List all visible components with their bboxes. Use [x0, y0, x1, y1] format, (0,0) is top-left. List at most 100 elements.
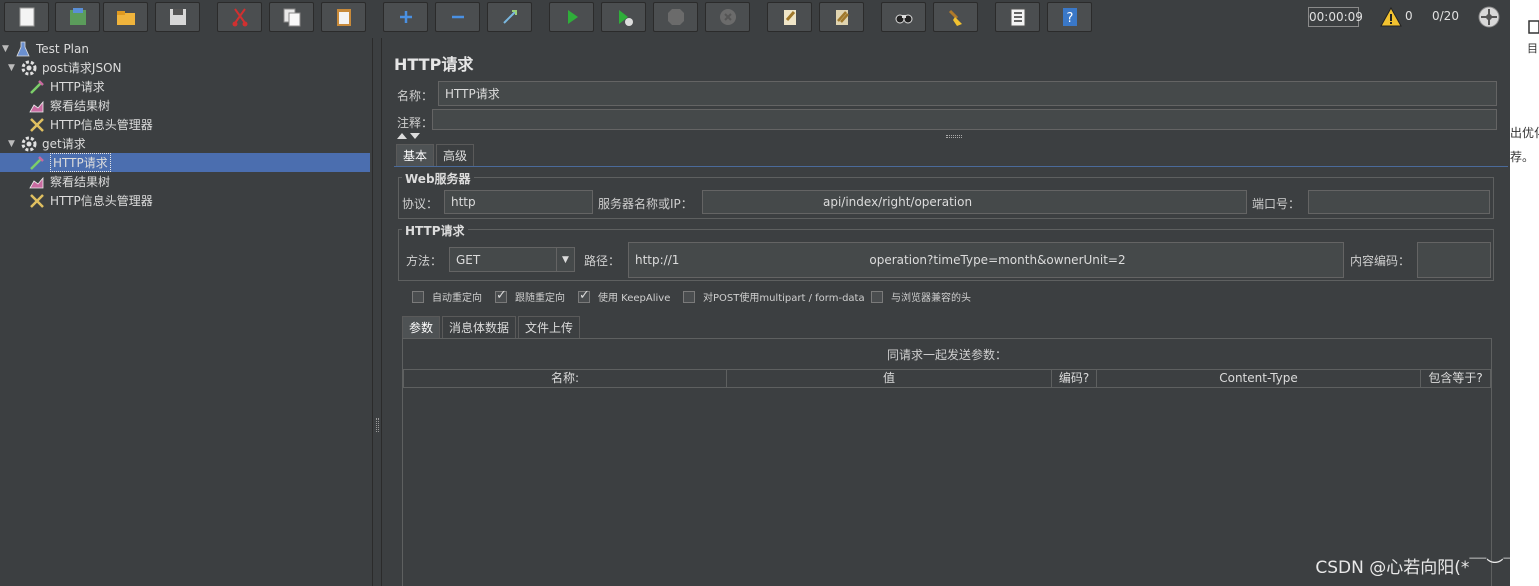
tree-item-http-request-selected[interactable]: HTTP请求: [0, 153, 370, 172]
tree-item-view-results-tree[interactable]: 察看结果树: [28, 96, 110, 115]
comment-label: 注释：: [397, 116, 434, 130]
templates-button[interactable]: [55, 2, 100, 32]
tab-divider: [394, 166, 1508, 167]
tree-item-view-results-tree[interactable]: 察看结果树: [28, 172, 110, 191]
clear-all-button[interactable]: [819, 2, 864, 32]
panel-splitter[interactable]: [372, 38, 382, 586]
start-no-pauses-button[interactable]: [601, 2, 646, 32]
expand-caret-icon[interactable]: ▼: [8, 63, 18, 73]
tab-basic[interactable]: 基本: [396, 144, 435, 166]
pipette-sampler-icon: [28, 154, 46, 172]
tree-item-label: HTTP信息头管理器: [50, 118, 153, 132]
checkbox-label: 使用 KeepAlive: [598, 293, 671, 304]
path-field[interactable]: http://1 operation?timeType=month&ownerU…: [628, 242, 1344, 278]
tree-item-header-manager[interactable]: HTTP信息头管理器: [28, 115, 153, 134]
checkbox-box[interactable]: [578, 288, 590, 303]
parameter-tabs: 参数 消息体数据 文件上传: [402, 316, 582, 338]
wand-icon: [502, 10, 517, 24]
column-value[interactable]: 值: [727, 370, 1052, 387]
stop-icon: [667, 9, 684, 25]
tree-item-thread-group[interactable]: ▼ post请求JSON: [8, 58, 122, 77]
templates-icon: [69, 8, 86, 25]
chart-listener-icon: [28, 97, 46, 115]
new-file-icon: [19, 7, 34, 27]
warning-icon[interactable]: [1380, 6, 1402, 28]
copy-button[interactable]: [269, 2, 314, 32]
tab-body-data[interactable]: 消息体数据: [442, 316, 517, 338]
comment-field[interactable]: [432, 109, 1497, 130]
reset-search-button[interactable]: [933, 2, 978, 32]
chevron-down-icon[interactable]: ▼: [556, 248, 574, 271]
help-button[interactable]: ?: [1047, 2, 1092, 32]
tree-item-header-manager[interactable]: HTTP信息头管理器: [28, 191, 153, 210]
remote-status-icon[interactable]: [1477, 5, 1501, 29]
method-select[interactable]: GET ▼: [449, 247, 575, 272]
tree-item-label: 察看结果树: [50, 99, 111, 113]
broom-clear-all-icon: [835, 10, 849, 25]
reset-broom-icon: [948, 9, 962, 26]
paste-button[interactable]: [321, 2, 366, 32]
checkbox-box[interactable]: [495, 288, 507, 303]
column-content-type[interactable]: Content-Type: [1097, 370, 1421, 387]
browser-headers-checkbox[interactable]: 与浏览器兼容的头: [871, 289, 971, 304]
column-encode[interactable]: 编码?: [1052, 370, 1097, 387]
stop-button[interactable]: [653, 2, 698, 32]
checkbox-box[interactable]: [683, 290, 695, 303]
checkbox-label: 与浏览器兼容的头: [891, 293, 971, 304]
scissors-icon: [232, 8, 247, 27]
function-helper-button[interactable]: [995, 2, 1040, 32]
new-button[interactable]: [4, 2, 49, 32]
splitter-grip[interactable]: [376, 418, 379, 432]
start-button[interactable]: [549, 2, 594, 32]
tree-item-test-plan[interactable]: ▼ Test Plan: [2, 39, 89, 58]
tree-item-label: get请求: [42, 137, 86, 151]
protocol-label: 协议：: [402, 197, 439, 211]
page-title: HTTP请求: [394, 55, 474, 74]
resize-grip[interactable]: [946, 135, 962, 138]
open-button[interactable]: [103, 2, 148, 32]
parameters-table-header: 名称: 值 编码? Content-Type 包含等于?: [403, 369, 1491, 388]
tree-item-http-request[interactable]: HTTP请求: [28, 77, 105, 96]
checkbox-box[interactable]: [412, 290, 424, 303]
tools-icon: [28, 116, 46, 134]
save-button[interactable]: [155, 2, 200, 32]
checkbox-label: 跟随重定向: [515, 293, 565, 304]
protocol-field[interactable]: http: [444, 190, 593, 214]
toggle-button[interactable]: [487, 2, 532, 32]
keepalive-checkbox[interactable]: 使用 KeepAlive: [578, 288, 671, 304]
tab-file-upload[interactable]: 文件上传: [518, 316, 581, 338]
expand-caret-icon[interactable]: ▼: [2, 44, 12, 54]
search-button[interactable]: [881, 2, 926, 32]
play-no-pause-icon: [618, 10, 633, 26]
tab-advanced[interactable]: 高级: [436, 144, 475, 166]
method-value: GET: [456, 252, 481, 267]
column-include-equals[interactable]: 包含等于?: [1421, 370, 1490, 387]
tree-item-label: post请求JSON: [42, 61, 122, 75]
collapse-all-button[interactable]: [435, 2, 480, 32]
multipart-checkbox[interactable]: 对POST使用multipart / form-data: [683, 289, 865, 304]
collapse-arrows-icon[interactable]: [396, 132, 422, 140]
column-name[interactable]: 名称:: [404, 370, 727, 387]
tree-item-thread-group[interactable]: ▼ get请求: [8, 134, 86, 153]
server-field[interactable]: api/index/right/operation: [702, 190, 1247, 214]
tools-icon: [28, 192, 46, 210]
expand-caret-icon[interactable]: ▼: [8, 139, 18, 149]
clear-button[interactable]: [767, 2, 812, 32]
name-field[interactable]: HTTP请求: [438, 81, 1497, 106]
plus-icon: [399, 11, 412, 23]
tree-item-label: HTTP请求: [50, 153, 111, 172]
sampler-editor: HTTP请求 名称： HTTP请求 注释： 基本 高级 Web服务器 协议： h…: [382, 38, 1510, 586]
follow-redirect-checkbox[interactable]: 跟随重定向: [495, 288, 565, 304]
gear-icon: [20, 59, 38, 77]
checkbox-box[interactable]: [871, 290, 883, 303]
broom-clear-icon: [783, 10, 796, 25]
tab-parameters[interactable]: 参数: [402, 316, 441, 338]
auto-redirect-checkbox[interactable]: 自动重定向: [412, 289, 482, 304]
cut-button[interactable]: [217, 2, 262, 32]
shutdown-button[interactable]: [705, 2, 750, 32]
encoding-field[interactable]: [1417, 242, 1491, 278]
expand-all-button[interactable]: [383, 2, 428, 32]
save-icon: [169, 9, 186, 25]
port-field[interactable]: [1308, 190, 1490, 214]
tree-item-label: HTTP信息头管理器: [50, 194, 153, 208]
